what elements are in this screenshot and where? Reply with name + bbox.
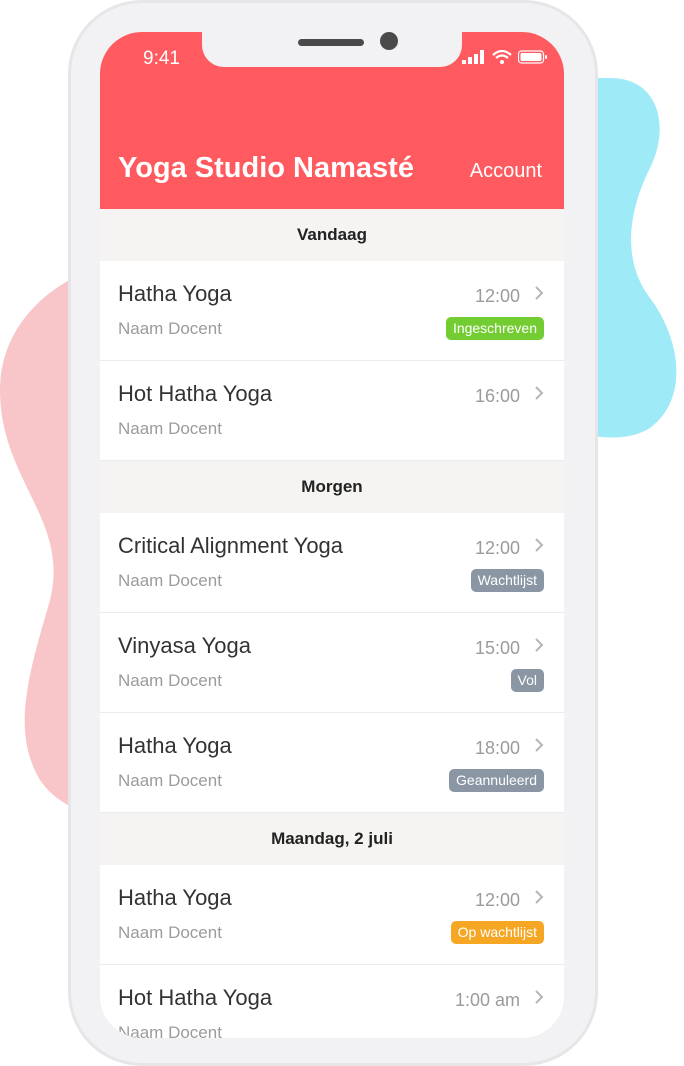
class-list-item[interactable]: Vinyasa Yoga Naam Docent 15:00 Vol	[100, 613, 564, 713]
class-name: Critical Alignment Yoga	[118, 533, 344, 558]
schedule-list: Vandaag Hatha Yoga Naam Docent 12:00 Ingesch…	[100, 209, 564, 1038]
class-name: Hatha Yoga	[118, 733, 232, 758]
section-header: Vandaag	[100, 209, 564, 261]
class-time: 15:00	[474, 638, 520, 658]
status-time: 9:41	[143, 48, 180, 69]
section-header: Maandag, 2 juli	[100, 813, 564, 865]
teacher-name: Naam Docent	[118, 319, 222, 338]
account-link[interactable]: Account	[470, 160, 542, 183]
class-time: 12:00	[474, 890, 520, 910]
teacher-name: Naam Docent	[118, 571, 222, 590]
teacher-name: Naam Docent	[118, 1023, 222, 1038]
front-camera	[380, 32, 398, 50]
class-name: Vinyasa Yoga	[118, 633, 251, 658]
speaker-grille	[298, 39, 364, 46]
battery-icon	[518, 50, 547, 64]
status-badge: Geannuleerd	[449, 769, 544, 792]
phone-notch	[202, 32, 462, 67]
status-badge: Ingeschreven	[445, 317, 544, 340]
class-name: Hatha Yoga	[118, 885, 232, 910]
page-title: Yoga Studio Namasté	[118, 152, 414, 184]
chevron-right-icon	[535, 890, 544, 904]
class-time: 18:00	[474, 738, 520, 758]
signal-icon	[462, 50, 484, 64]
chevron-right-icon	[535, 990, 544, 1004]
class-time: 1:00 am	[454, 990, 520, 1010]
chevron-right-icon	[535, 638, 544, 652]
status-badge: Wachtlijst	[470, 569, 544, 592]
chevron-right-icon	[535, 738, 544, 752]
status-badge: Vol	[510, 669, 544, 692]
section-header: Morgen	[100, 461, 564, 513]
phone-screen: 9:41 Yoga Studio Namasté Account Vandaag…	[100, 32, 564, 1038]
teacher-name: Naam Docent	[118, 671, 222, 690]
teacher-name: Naam Docent	[118, 419, 222, 438]
chevron-right-icon	[535, 386, 544, 400]
class-list-item[interactable]: Hatha Yoga Naam Docent 12:00 Ingeschreven	[100, 261, 564, 361]
class-name: Hot Hatha Yoga	[118, 381, 273, 406]
class-time: 12:00	[474, 538, 520, 558]
class-name: Hatha Yoga	[118, 281, 232, 306]
chevron-right-icon	[535, 286, 544, 300]
class-name: Hot Hatha Yoga	[118, 985, 273, 1010]
class-list-item[interactable]: Hatha Yoga Naam Docent 12:00 Op wachtlijst	[100, 865, 564, 965]
teacher-name: Naam Docent	[118, 923, 222, 942]
class-time: 12:00	[474, 286, 520, 306]
app-header: 9:41 Yoga Studio Namasté Account	[100, 32, 564, 209]
class-list-item[interactable]: Hot Hatha Yoga Naam Docent 1:00 am	[100, 965, 564, 1038]
status-icons	[462, 50, 548, 64]
status-badge: Op wachtlijst	[450, 921, 544, 944]
chevron-right-icon	[535, 538, 544, 552]
teacher-name: Naam Docent	[118, 771, 222, 790]
class-time: 16:00	[474, 386, 520, 406]
wifi-icon	[492, 50, 512, 64]
class-list-item[interactable]: Critical Alignment Yoga Naam Docent 12:00 W…	[100, 513, 564, 613]
class-list-item[interactable]: Hatha Yoga Naam Docent 18:00 Geannuleerd	[100, 713, 564, 813]
class-list-item[interactable]: Hot Hatha Yoga Naam Docent 16:00	[100, 361, 564, 461]
